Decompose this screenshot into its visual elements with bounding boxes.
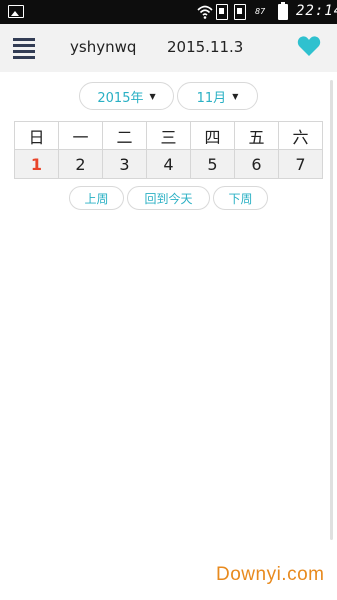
year-select[interactable]: 2015年 ▼ <box>79 82 174 110</box>
sim-card-icon <box>216 4 228 20</box>
heart-icon[interactable] <box>297 35 321 57</box>
sim-card-icon <box>234 4 246 20</box>
day-cell[interactable]: 2 <box>58 149 103 179</box>
header-date: 2015.11.3 <box>167 38 244 56</box>
weekday-header: 二 <box>102 121 147 150</box>
month-select[interactable]: 11月 ▼ <box>177 82 258 110</box>
week-calendar: 日 一 二 三 四 五 六 1 2 3 4 5 6 7 <box>14 121 323 179</box>
day-row: 1 2 3 4 5 6 7 <box>14 149 323 179</box>
day-cell[interactable]: 6 <box>234 149 279 179</box>
weekday-header: 六 <box>278 121 323 150</box>
weekday-header: 一 <box>58 121 103 150</box>
caret-down-icon: ▼ <box>232 91 239 101</box>
weekday-header: 日 <box>14 121 59 150</box>
weekday-header: 三 <box>146 121 191 150</box>
day-cell[interactable]: 4 <box>146 149 191 179</box>
date-selectors: 2015年 ▼ 11月 ▼ <box>0 82 337 112</box>
menu-icon[interactable] <box>13 38 35 59</box>
month-value: 11月 <box>196 90 227 106</box>
username: yshynwq <box>70 38 137 56</box>
day-cell[interactable]: 5 <box>190 149 235 179</box>
prev-week-button[interactable]: 上周 <box>69 186 124 210</box>
scrollbar[interactable] <box>330 80 333 540</box>
wifi-icon <box>197 5 213 19</box>
day-cell[interactable]: 1 <box>14 149 59 179</box>
caret-down-icon: ▼ <box>149 91 156 101</box>
app-header: yshynwq 2015.11.3 <box>0 24 337 72</box>
day-cell-selected[interactable]: 3 <box>102 149 147 179</box>
next-week-button[interactable]: 下周 <box>213 186 268 210</box>
watermark: Downyi.com <box>216 564 325 585</box>
gallery-notification-icon <box>8 5 24 18</box>
year-value: 2015年 <box>97 90 144 106</box>
back-to-today-button[interactable]: 回到今天 <box>127 186 210 210</box>
status-bar: 87 22:14 <box>0 0 337 24</box>
day-cell[interactable]: 7 <box>278 149 323 179</box>
week-navigation: 上周 回到今天 下周 <box>0 186 337 212</box>
battery-icon <box>278 2 288 20</box>
weekday-header: 四 <box>190 121 235 150</box>
clock: 22:14 <box>296 3 337 19</box>
weekday-header-row: 日 一 二 三 四 五 六 <box>14 121 323 150</box>
weekday-header: 五 <box>234 121 279 150</box>
battery-percent: 87 <box>255 7 266 16</box>
